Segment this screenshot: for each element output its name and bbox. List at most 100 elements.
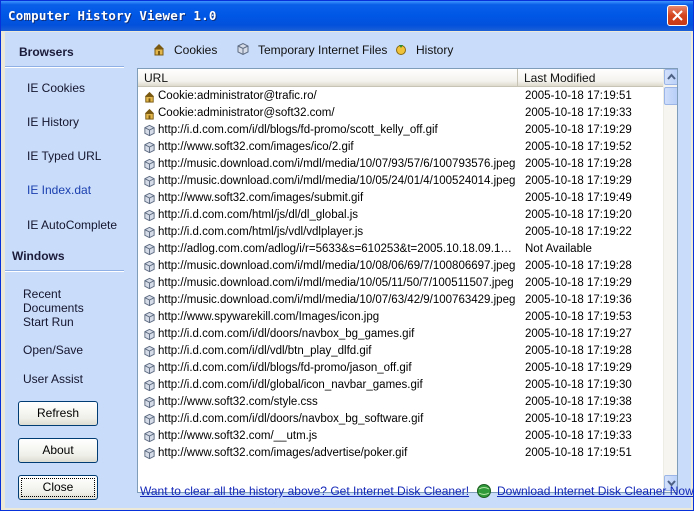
row-url: http://i.d.com.com/html/js/dl/dl_global.… <box>158 209 359 221</box>
row-url: http://i.d.com.com/i/dl/global/icon_navb… <box>158 379 423 391</box>
table-row[interactable]: http://www.soft32.com/images/submit.gif 2… <box>138 190 663 207</box>
table-row[interactable]: Cookie:administrator@trafic.ro/2005-10-1… <box>138 88 663 105</box>
row-url: http://music.download.com/i/mdl/media/10… <box>158 294 516 306</box>
cookie-icon <box>143 107 156 123</box>
table-row[interactable]: http://i.d.com.com/i/dl/blogs/fd-promo/s… <box>138 122 663 139</box>
row-last-modified: 2005-10-18 17:19:20 <box>525 209 632 221</box>
windows-heading: Windows <box>12 249 65 263</box>
table-row[interactable]: http://www.soft32.com/style.css 2005-10-1… <box>138 394 663 411</box>
chevron-up-icon <box>667 73 676 80</box>
list-body: Cookie:administrator@trafic.ro/2005-10-1… <box>138 88 663 492</box>
row-url: http://www.spywarekill.com/Images/icon.j… <box>158 311 380 323</box>
clear-history-link[interactable]: Want to clear all the history above? Get… <box>140 484 469 498</box>
table-row[interactable]: http://i.d.com.com/i/dl/blogs/fd-promo/j… <box>138 360 663 377</box>
sidebar-item-user-assist[interactable]: User Assist <box>23 372 83 386</box>
row-url: http://www.soft32.com/images/ico/2.gif <box>158 141 354 153</box>
sidebar-item-recent-documents[interactable]: Recent Documents <box>23 287 124 315</box>
scroll-thumb[interactable] <box>664 87 677 105</box>
row-last-modified: 2005-10-18 17:19:29 <box>525 362 632 374</box>
close-button[interactable]: Close <box>18 475 98 500</box>
row-url: Cookie:administrator@soft32.com/ <box>158 107 335 119</box>
row-url: http://i.d.com.com/i/dl/vdl/btn_play_dlf… <box>158 345 372 357</box>
row-url: http://music.download.com/i/mdl/media/10… <box>158 260 516 272</box>
table-row[interactable]: http://www.spywarekill.com/Images/icon.j… <box>138 309 663 326</box>
row-url: http://www.soft32.com/images/submit.gif <box>158 192 364 204</box>
table-row[interactable]: http://i.d.com.com/i/dl/doors/navbox_bg_… <box>138 411 663 428</box>
row-last-modified: 2005-10-18 17:19:22 <box>525 226 632 238</box>
list-header: URL Last Modified <box>138 69 663 87</box>
row-url: Cookie:administrator@trafic.ro/ <box>158 90 317 102</box>
file-icon <box>143 430 156 446</box>
cookie-icon <box>143 90 156 106</box>
file-icon <box>143 277 156 293</box>
file-icon <box>143 175 156 191</box>
sidebar-item-open-save[interactable]: Open/Save <box>23 343 83 357</box>
window-close-button[interactable] <box>667 5 688 26</box>
sidebar-divider <box>5 270 124 272</box>
window-title: Computer History Viewer 1.0 <box>8 8 217 23</box>
table-row[interactable]: http://i.d.com.com/html/js/dl/dl_global.… <box>138 207 663 224</box>
row-last-modified: 2005-10-18 17:19:29 <box>525 175 632 187</box>
file-icon <box>143 226 156 242</box>
column-header-url[interactable]: URL <box>138 69 518 87</box>
browsers-heading: Browsers <box>19 45 74 59</box>
row-url: http://i.d.com.com/i/dl/doors/navbox_bg_… <box>158 328 415 340</box>
history-icon <box>396 45 406 55</box>
table-row[interactable]: http://music.download.com/i/mdl/media/10… <box>138 173 663 190</box>
file-icon <box>143 260 156 276</box>
row-url: http://music.download.com/i/mdl/media/10… <box>158 158 516 170</box>
table-row[interactable]: http://i.d.com.com/i/dl/vdl/btn_play_dlf… <box>138 343 663 360</box>
table-row[interactable]: http://i.d.com.com/i/dl/doors/navbox_bg_… <box>138 326 663 343</box>
globe-icon <box>477 484 491 498</box>
file-icon <box>143 294 156 310</box>
sidebar-item-start-run[interactable]: Start Run <box>23 315 74 329</box>
vertical-scrollbar[interactable] <box>663 69 677 492</box>
table-row[interactable]: Cookie:administrator@soft32.com/2005-10-… <box>138 105 663 122</box>
row-url: http://i.d.com.com/i/dl/doors/navbox_bg_… <box>158 413 424 425</box>
table-row[interactable]: http://music.download.com/i/mdl/media/10… <box>138 258 663 275</box>
file-icon <box>143 328 156 344</box>
row-last-modified: 2005-10-18 17:19:53 <box>525 311 632 323</box>
cookie-icon <box>154 44 164 56</box>
history-list[interactable]: URL Last Modified Cookie:administrator@t… <box>137 68 678 493</box>
file-icon <box>143 413 156 429</box>
refresh-button[interactable]: Refresh <box>18 401 98 426</box>
sidebar-item-ie-autocomplete[interactable]: IE AutoComplete <box>27 218 117 232</box>
row-last-modified: 2005-10-18 17:19:33 <box>525 107 632 119</box>
sidebar-item-ie-typed-url[interactable]: IE Typed URL <box>27 149 101 163</box>
file-icon <box>143 124 156 140</box>
table-row[interactable]: http://i.d.com.com/html/js/vdl/vdlplayer… <box>138 224 663 241</box>
download-cleaner-link[interactable]: Download Internet Disk Cleaner Now <box>497 484 693 498</box>
table-row[interactable]: http://www.soft32.com/images/ico/2.gif 20… <box>138 139 663 156</box>
table-row[interactable]: http://music.download.com/i/mdl/media/10… <box>138 275 663 292</box>
file-icon <box>143 396 156 412</box>
row-url: http://www.soft32.com/__utm.js <box>158 430 318 442</box>
row-last-modified: 2005-10-18 17:19:52 <box>525 141 632 153</box>
row-last-modified: 2005-10-18 17:19:23 <box>525 413 632 425</box>
row-url: http://adlog.com.com/adlog/i/r=5633&s=61… <box>158 243 518 255</box>
title-bar[interactable]: Computer History Viewer 1.0 <box>1 1 693 31</box>
column-header-last-modified[interactable]: Last Modified <box>518 69 663 87</box>
sidebar-item-ie-history[interactable]: IE History <box>27 115 79 129</box>
app-window: Computer History Viewer 1.0 Browsers IE … <box>0 0 694 511</box>
scroll-up-button[interactable] <box>664 69 677 85</box>
table-row[interactable]: http://i.d.com.com/i/dl/global/icon_navb… <box>138 377 663 394</box>
table-row[interactable]: http://www.soft32.com/__utm.js 2005-10-18… <box>138 428 663 445</box>
file-icon <box>143 243 156 259</box>
table-row[interactable]: http://adlog.com.com/adlog/i/r=5633&s=61… <box>138 241 663 258</box>
sidebar-item-ie-index-dat[interactable]: IE Index.dat <box>27 183 91 197</box>
file-icon <box>143 345 156 361</box>
file-icon <box>143 311 156 327</box>
row-last-modified: 2005-10-18 17:19:28 <box>525 158 632 170</box>
row-last-modified: 2005-10-18 17:19:51 <box>525 90 632 102</box>
sidebar-item-ie-cookies[interactable]: IE Cookies <box>27 81 85 95</box>
about-button[interactable]: About <box>18 438 98 463</box>
table-row[interactable]: http://music.download.com/i/mdl/media/10… <box>138 292 663 309</box>
table-row[interactable]: http://www.soft32.com/images/advertise/p… <box>138 445 663 462</box>
row-last-modified: 2005-10-18 17:19:49 <box>525 192 632 204</box>
file-icon <box>143 447 156 463</box>
row-last-modified: 2005-10-18 17:19:30 <box>525 379 632 391</box>
row-last-modified: 2005-10-18 17:19:36 <box>525 294 632 306</box>
file-icon <box>143 141 156 157</box>
table-row[interactable]: http://music.download.com/i/mdl/media/10… <box>138 156 663 173</box>
